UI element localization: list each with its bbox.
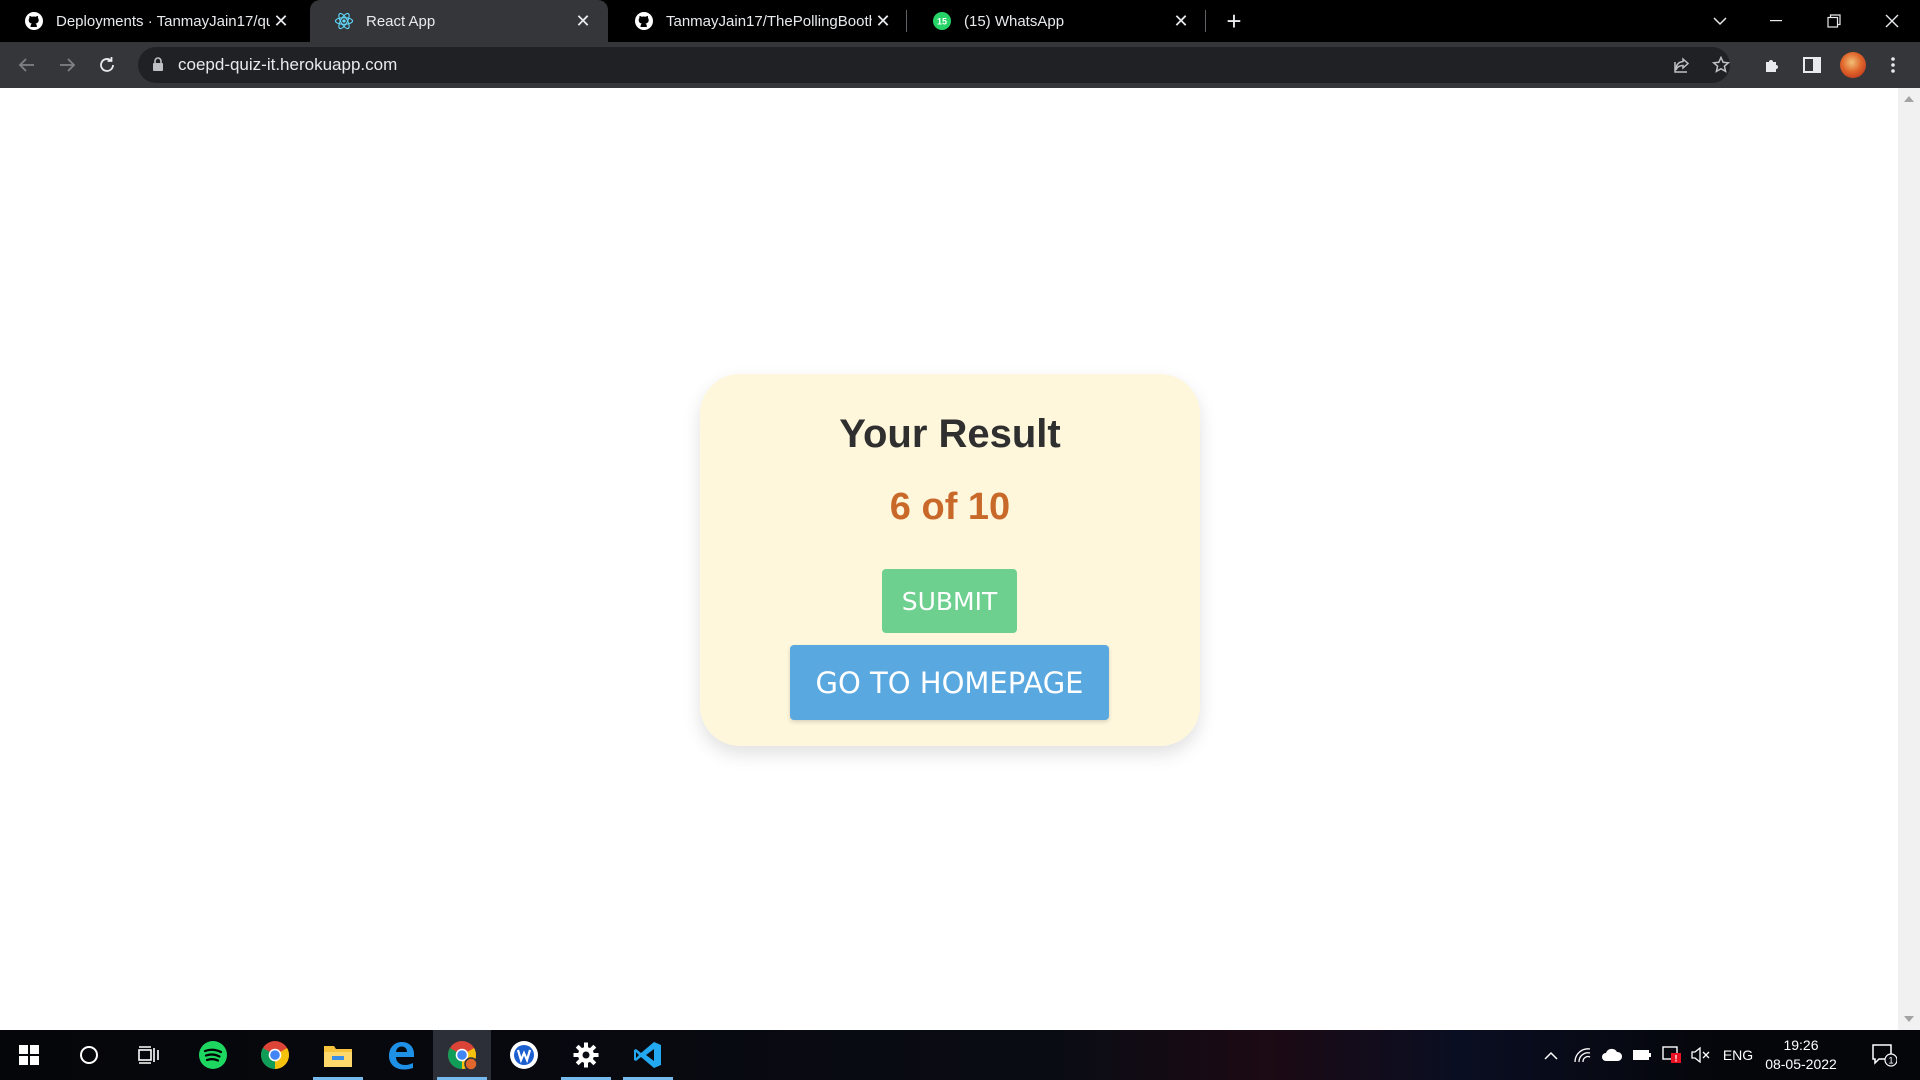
app-icon[interactable] [495, 1030, 553, 1080]
whatsapp-icon: 15 [932, 11, 952, 31]
side-panel-icon[interactable] [1796, 49, 1828, 81]
network-wifi-icon[interactable] [1570, 1030, 1594, 1080]
language-indicator[interactable]: ENG [1718, 1030, 1758, 1080]
close-window-button[interactable] [1864, 0, 1920, 42]
go-to-homepage-button[interactable]: GO TO HOMEPAGE [790, 645, 1109, 720]
clock-time: 19:26 [1783, 1037, 1819, 1053]
minimize-button[interactable] [1748, 0, 1804, 42]
result-card: Your Result 6 of 10 SUBMIT GO TO HOMEPAG… [700, 374, 1200, 746]
file-explorer-icon[interactable] [309, 1030, 367, 1080]
tab-whatsapp[interactable]: 15 (15) WhatsApp ✕ [908, 0, 1206, 42]
windows-start-icon[interactable] [0, 1030, 58, 1080]
extensions-puzzle-icon[interactable] [1756, 49, 1788, 81]
notification-center-icon[interactable]: 1 [1864, 1030, 1904, 1080]
svg-text:!: ! [1675, 1054, 1678, 1064]
close-tab-icon[interactable]: ✕ [572, 10, 594, 32]
close-tab-icon[interactable]: ✕ [270, 10, 292, 32]
search-circle-icon[interactable] [60, 1030, 118, 1080]
url-text[interactable]: coepd-quiz-it.herokuapp.com [178, 47, 397, 83]
vertical-scrollbar[interactable] [1898, 88, 1920, 1030]
scroll-down-arrow-icon[interactable] [1904, 1016, 1914, 1022]
react-icon [334, 11, 354, 31]
close-tab-icon[interactable]: ✕ [1170, 10, 1192, 32]
submit-button[interactable]: SUBMIT [882, 569, 1017, 633]
bookmark-star-icon[interactable] [1707, 51, 1735, 79]
tab-deployments[interactable]: Deployments · TanmayJain17/qui ✕ [0, 0, 306, 42]
whatsapp-badge: 15 [937, 17, 947, 27]
result-score: 6 of 10 [889, 486, 1011, 528]
tab-title: Deployments · TanmayJain17/qui [56, 12, 270, 30]
security-alert-icon[interactable]: ! [1660, 1030, 1684, 1080]
clock[interactable]: 19:26 08-05-2022 [1758, 1036, 1844, 1074]
forward-button[interactable] [51, 49, 83, 81]
battery-icon[interactable] [1630, 1030, 1654, 1080]
page-viewport: Your Result 6 of 10 SUBMIT GO TO HOMEPAG… [0, 88, 1898, 1030]
avatar-image [1840, 52, 1866, 78]
tab-polling-booth[interactable]: TanmayJain17/ThePollingBooth ✕ [610, 0, 908, 42]
github-icon [24, 11, 44, 31]
github-icon [634, 11, 654, 31]
close-tab-icon[interactable]: ✕ [872, 10, 894, 32]
back-button[interactable] [11, 49, 43, 81]
chrome-profile-icon[interactable] [433, 1030, 491, 1080]
new-tab-button[interactable]: + [1220, 6, 1248, 36]
vscode-icon[interactable] [619, 1030, 677, 1080]
edge-icon[interactable] [372, 1030, 430, 1080]
windows-taskbar: ! ENG 19:26 08-05-2022 1 [0, 1030, 1920, 1080]
tab-react-app[interactable]: React App ✕ [310, 0, 608, 42]
tab-title: (15) WhatsApp [964, 12, 1065, 30]
clock-date: 08-05-2022 [1765, 1056, 1837, 1072]
result-title: Your Result [839, 412, 1061, 456]
tab-separator [1205, 10, 1206, 32]
menu-kebab-icon[interactable] [1877, 49, 1909, 81]
task-view-icon[interactable] [120, 1030, 178, 1080]
tab-title: React App [366, 12, 436, 30]
restore-button[interactable] [1806, 0, 1862, 42]
lock-icon[interactable] [152, 57, 164, 77]
tab-search-chevron-icon[interactable] [1692, 0, 1748, 42]
chrome-icon[interactable] [246, 1030, 304, 1080]
tab-separator [906, 10, 907, 32]
speaker-muted-icon[interactable] [1688, 1030, 1714, 1080]
notification-count: 1 [1888, 1056, 1893, 1066]
spotify-icon[interactable] [184, 1030, 242, 1080]
browser-toolbar: coepd-quiz-it.herokuapp.com [0, 42, 1920, 88]
onedrive-cloud-icon[interactable] [1599, 1030, 1625, 1080]
profile-avatar[interactable] [1837, 49, 1869, 81]
reload-button[interactable] [91, 49, 123, 81]
settings-icon[interactable] [557, 1030, 615, 1080]
tab-title: TanmayJain17/ThePollingBooth [666, 12, 872, 30]
tab-strip: Deployments · TanmayJain17/qui ✕ React A… [0, 0, 1920, 42]
share-icon[interactable] [1668, 51, 1696, 79]
scroll-up-arrow-icon[interactable] [1904, 96, 1914, 102]
tray-overflow-chevron-icon[interactable] [1540, 1030, 1562, 1080]
address-bar[interactable]: coepd-quiz-it.herokuapp.com [138, 47, 1730, 83]
